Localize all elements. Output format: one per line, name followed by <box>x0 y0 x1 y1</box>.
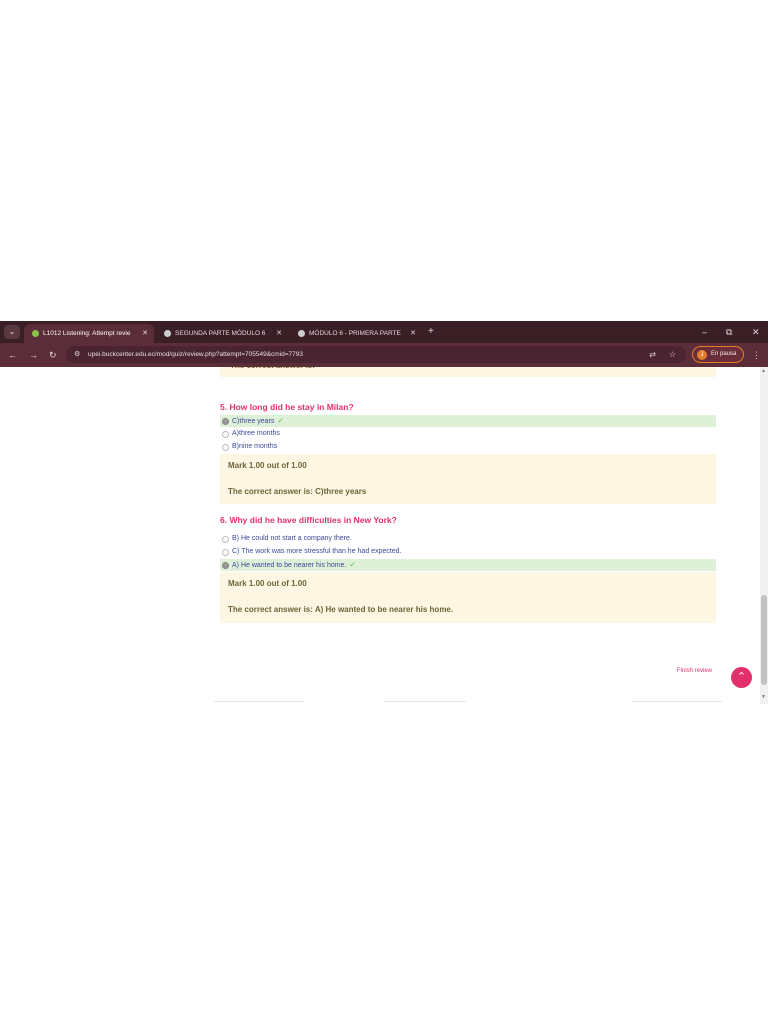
divider <box>632 701 722 702</box>
divider <box>214 701 304 702</box>
option-label: A)three months <box>232 430 280 437</box>
page-viewport: The correct answer is: 5. How long did h… <box>0 367 768 704</box>
radio-button[interactable] <box>222 562 229 569</box>
translate-icon[interactable]: ⇄ <box>649 348 656 361</box>
back-arrow-icon[interactable]: ← <box>8 348 17 362</box>
scrollbar-thumb[interactable] <box>761 595 767 685</box>
url-text: upei.buckcenter.edu.ec/mod/quiz/review.p… <box>88 351 304 358</box>
more-menu-icon[interactable]: ⋮ <box>752 348 761 362</box>
answer-option[interactable]: C) The work was more stressful than he h… <box>220 546 716 558</box>
scroll-down-icon[interactable]: ▼ <box>761 694 766 700</box>
check-icon: ✓ <box>349 560 357 569</box>
answer-option[interactable]: C)three years ✓ <box>220 415 716 427</box>
tab-close-icon[interactable]: ✕ <box>276 324 282 343</box>
scrollbar[interactable]: ▲ ▼ <box>760 367 768 704</box>
tab-segunda-parte[interactable]: SEGUNDA PARTE MÓDULO 6 ( ✕ <box>156 324 288 343</box>
tab-strip: ⌄ L1012 Listening: Attempt revie ✕ SEGUN… <box>0 321 768 343</box>
question-title: 6. Why did he have difficulties in New Y… <box>220 515 397 525</box>
site-settings-icon[interactable]: ⚙ <box>74 349 80 360</box>
answer-option[interactable]: A) He wanted to be nearer his home. ✓ <box>220 559 716 571</box>
tab-label: SEGUNDA PARTE MÓDULO 6 ( <box>175 330 267 337</box>
globe-icon <box>298 330 305 337</box>
correct-answer-text: The correct answer is: C)three years <box>228 487 367 496</box>
new-tab-button[interactable]: + <box>428 325 434 339</box>
tab-quiz-review[interactable]: L1012 Listening: Attempt revie ✕ <box>24 324 154 343</box>
profile-button[interactable]: J En pausa <box>692 346 744 363</box>
correct-answer-text: The correct answer is: A) He wanted to b… <box>228 605 454 614</box>
url-field[interactable]: ⚙ upei.buckcenter.edu.ec/mod/quiz/review… <box>66 346 686 363</box>
tab-primera-parte[interactable]: MÓDULO 6 - PRIMERA PARTE ✕ <box>290 324 422 343</box>
divider <box>384 701 466 702</box>
feedback-box: Mark 1.00 out of 1.00 The correct answer… <box>220 454 716 504</box>
mark-text: Mark 1.00 out of 1.00 <box>228 579 307 588</box>
option-label: B)nine months <box>232 443 278 450</box>
answer-option[interactable]: B)nine months <box>220 441 716 453</box>
minimize-button[interactable]: – <box>702 325 707 339</box>
tab-search-button[interactable]: ⌄ <box>4 325 20 339</box>
option-label: C) The work was more stressful than he h… <box>232 548 402 555</box>
question-title: 5. How long did he stay in Milan? <box>220 402 354 412</box>
reload-icon[interactable]: ↻ <box>49 348 57 362</box>
answer-option[interactable]: A)three months <box>220 428 716 440</box>
address-bar-row: ← → ↻ ⚙ upei.buckcenter.edu.ec/mod/quiz/… <box>0 343 768 367</box>
maximize-button[interactable]: ⧉ <box>726 325 732 339</box>
radio-button[interactable] <box>222 549 229 556</box>
feedback-box: Mark 1.00 out of 1.00 The correct answer… <box>220 572 716 623</box>
close-window-button[interactable]: ✕ <box>752 325 760 339</box>
finish-review-link[interactable]: Finish review <box>677 668 712 674</box>
globe-icon <box>164 330 171 337</box>
tab-close-icon[interactable]: ✕ <box>142 324 148 343</box>
mark-text: Mark 1.00 out of 1.00 <box>228 461 307 470</box>
option-label: C)three years <box>232 418 275 425</box>
scroll-up-icon[interactable]: ▲ <box>761 368 766 374</box>
forward-arrow-icon[interactable]: → <box>29 348 38 362</box>
tab-label: L1012 Listening: Attempt revie <box>43 330 131 337</box>
check-icon: ✓ <box>277 416 285 425</box>
radio-button[interactable] <box>222 444 229 451</box>
profile-status: En pausa <box>711 351 737 357</box>
screenshot-area: ⌄ L1012 Listening: Attempt revie ✕ SEGUN… <box>0 321 768 704</box>
avatar: J <box>697 350 707 360</box>
back-to-top-button[interactable]: ⌃ <box>731 667 752 688</box>
previous-answer-text: The correct answer is: <box>230 367 315 370</box>
bookmark-star-icon[interactable]: ☆ <box>669 348 676 361</box>
previous-feedback-cut: The correct answer is: <box>220 367 716 377</box>
option-label: A) He wanted to be nearer his home. <box>232 562 347 569</box>
tab-close-icon[interactable]: ✕ <box>410 324 416 343</box>
answer-option[interactable]: B) He could not start a company there. <box>220 533 716 545</box>
radio-button[interactable] <box>222 418 229 425</box>
radio-button[interactable] <box>222 536 229 543</box>
site-favicon-icon <box>32 330 39 337</box>
tab-label: MÓDULO 6 - PRIMERA PARTE <box>309 330 401 337</box>
option-label: B) He could not start a company there. <box>232 535 352 542</box>
radio-button[interactable] <box>222 431 229 438</box>
chevron-up-icon: ⌃ <box>736 671 747 683</box>
